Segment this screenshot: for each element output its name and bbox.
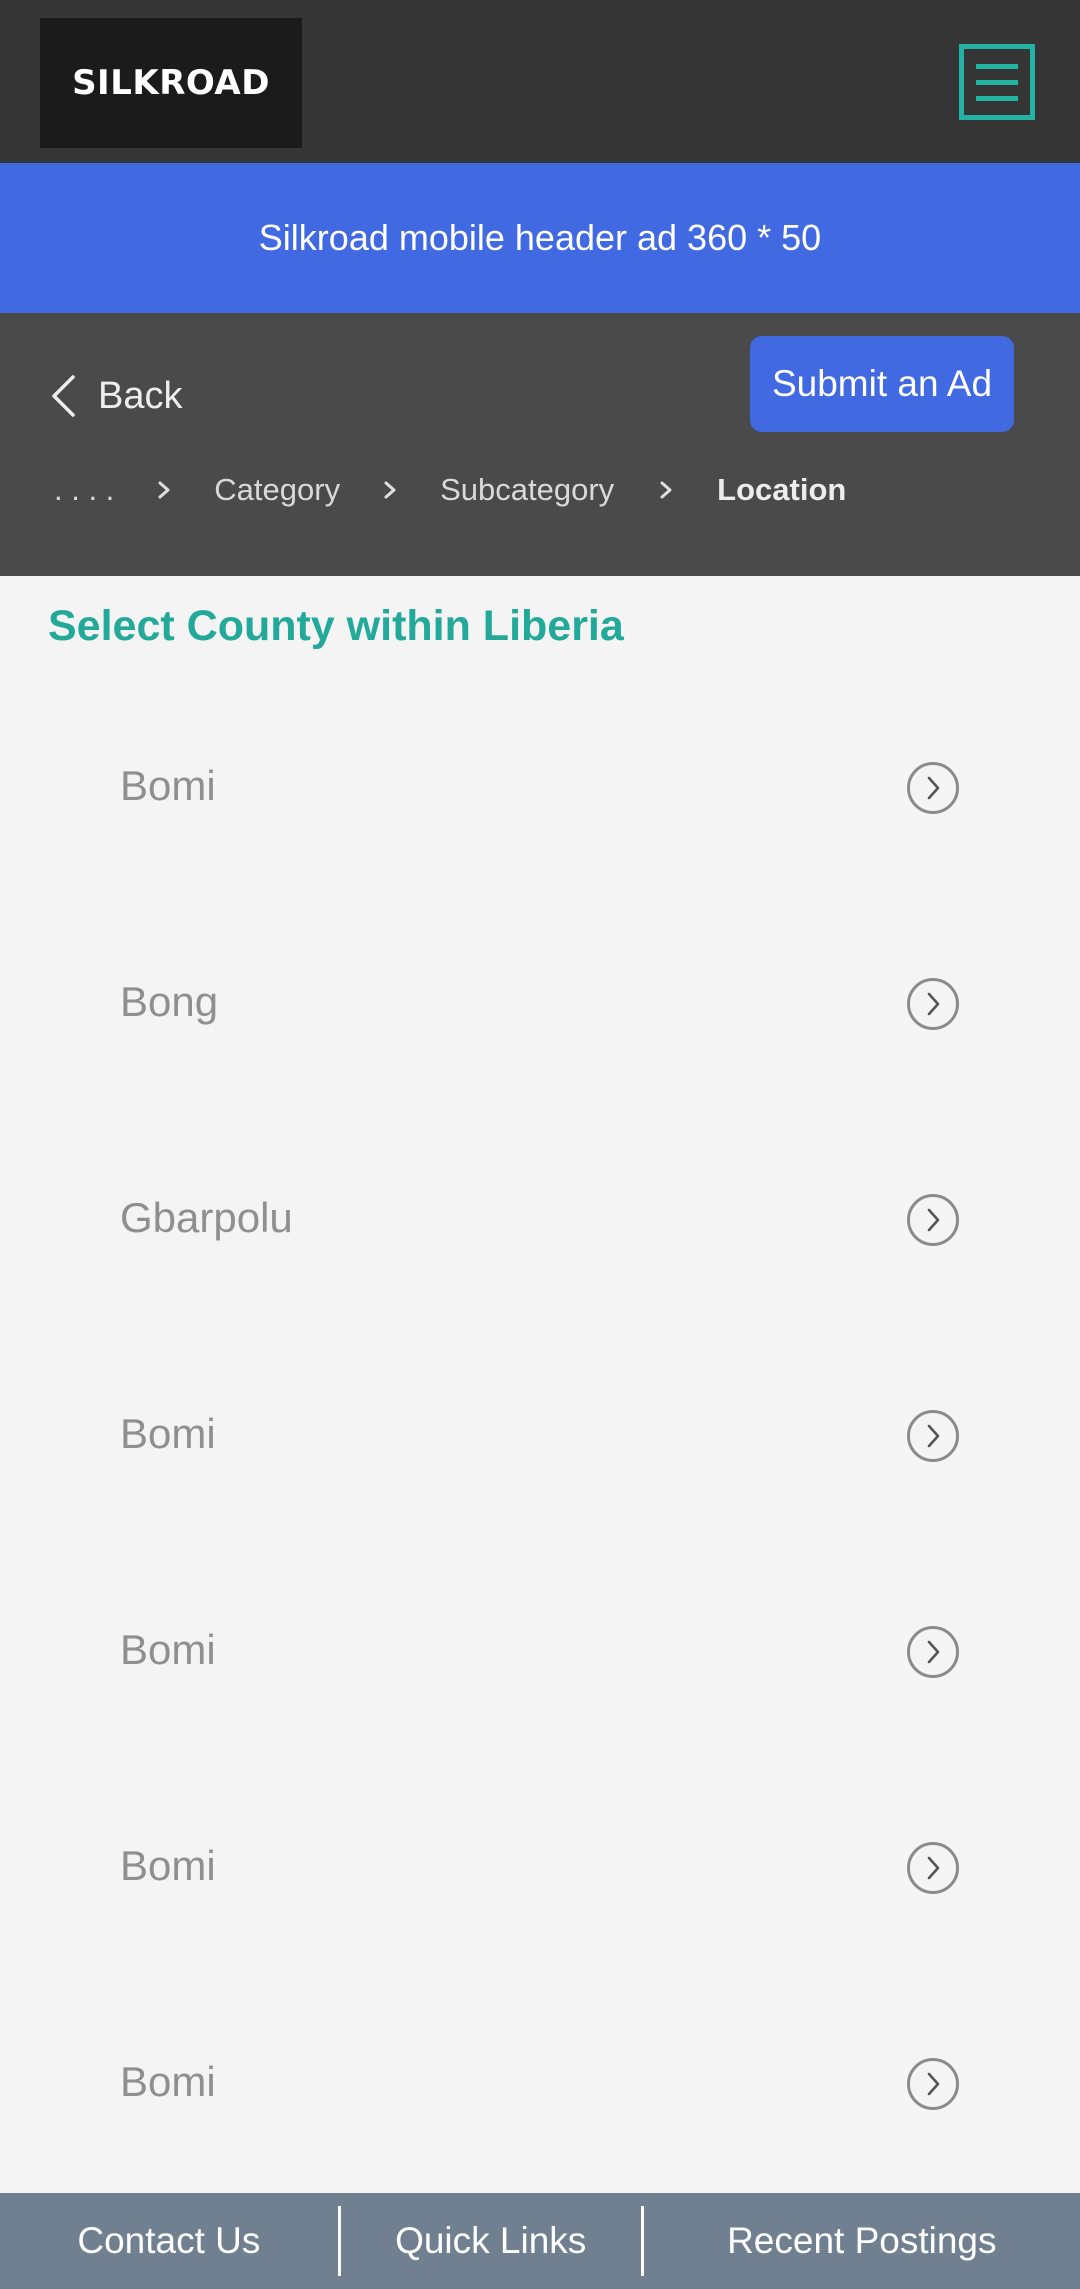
- county-name: Gbarpolu: [120, 1194, 293, 1241]
- county-name: Bomi: [120, 1410, 216, 1457]
- chevron-circle-right-icon[interactable]: [906, 1409, 960, 1463]
- list-item[interactable]: Gbarpolu: [0, 1114, 1080, 1330]
- back-label: Back: [98, 374, 183, 417]
- chevron-right-icon: [614, 480, 717, 500]
- county-list: Bomi Bong Gbarpolu Bomi Bomi Bomi Bomi: [0, 682, 1080, 2194]
- chevron-circle-right-icon[interactable]: [906, 2057, 960, 2111]
- menu-line: [976, 95, 1018, 101]
- breadcrumb-item-location: Location: [717, 472, 847, 507]
- list-item[interactable]: Bomi: [0, 1762, 1080, 1978]
- county-name: Bomi: [120, 1626, 216, 1673]
- list-item[interactable]: Bong: [0, 898, 1080, 1114]
- hamburger-menu-icon[interactable]: [959, 44, 1035, 120]
- chevron-left-icon: [52, 375, 75, 417]
- back-button[interactable]: Back: [48, 361, 182, 431]
- breadcrumb-item-category[interactable]: Category: [214, 472, 340, 508]
- breadcrumb: . . . . Category Subcategory Location: [54, 455, 1054, 525]
- menu-line: [976, 79, 1018, 85]
- list-item[interactable]: Bomi: [0, 1330, 1080, 1546]
- page-title: Select County within Liberia: [48, 602, 624, 650]
- site-logo[interactable]: SILKROAD: [40, 18, 302, 148]
- county-name: Bong: [120, 978, 219, 1025]
- chevron-circle-right-icon[interactable]: [906, 761, 960, 815]
- footer-link-contact-us[interactable]: Contact Us: [0, 2220, 338, 2262]
- breadcrumb-item-root[interactable]: . . . .: [54, 472, 114, 508]
- chevron-circle-right-icon[interactable]: [906, 1841, 960, 1895]
- navigation-area: Back Submit an Ad . . . . Category Subca…: [0, 313, 1080, 576]
- submit-ad-button[interactable]: Submit an Ad: [750, 336, 1014, 432]
- chevron-circle-right-icon[interactable]: [906, 977, 960, 1031]
- footer-link-quick-links[interactable]: Quick Links: [341, 2220, 641, 2262]
- list-item[interactable]: Bomi: [0, 1978, 1080, 2194]
- chevron-right-icon: [114, 480, 214, 500]
- breadcrumb-item-subcategory[interactable]: Subcategory: [440, 472, 614, 508]
- chevron-circle-right-icon[interactable]: [906, 1625, 960, 1679]
- header-ad-banner[interactable]: Silkroad mobile header ad 360 * 50: [0, 163, 1080, 313]
- county-name: Bomi: [120, 2058, 216, 2105]
- chevron-right-icon: [340, 480, 440, 500]
- chevron-circle-right-icon[interactable]: [906, 1193, 960, 1247]
- list-item[interactable]: Bomi: [0, 682, 1080, 898]
- list-item[interactable]: Bomi: [0, 1546, 1080, 1762]
- footer-link-recent-postings[interactable]: Recent Postings: [644, 2220, 1080, 2262]
- county-name: Bomi: [120, 762, 216, 809]
- top-bar: SILKROAD: [0, 0, 1080, 163]
- footer-bar: Contact Us Quick Links Recent Postings: [0, 2193, 1080, 2289]
- county-name: Bomi: [120, 1842, 216, 1889]
- menu-line: [976, 63, 1018, 69]
